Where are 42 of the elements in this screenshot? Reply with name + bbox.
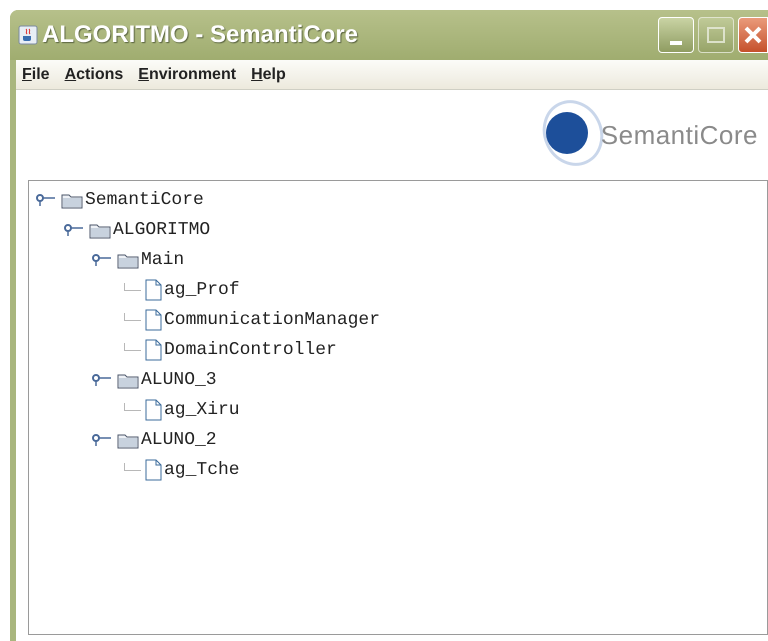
minimize-icon — [670, 41, 682, 45]
close-icon — [744, 26, 762, 44]
expanded-handle-icon[interactable] — [35, 193, 57, 207]
expanded-handle-icon[interactable] — [91, 373, 113, 387]
menu-item[interactable]: Help — [251, 62, 286, 86]
menu-item[interactable]: Environment — [138, 62, 236, 86]
menu-item[interactable]: File — [22, 62, 50, 86]
tree-item[interactable]: DomainController — [164, 336, 337, 364]
folder-icon — [117, 252, 139, 268]
tree-line — [124, 312, 141, 320]
folder-icon — [89, 222, 111, 238]
expanded-handle-icon[interactable] — [63, 223, 85, 237]
window-title: ALGORITMO - SemantiCore — [42, 20, 358, 50]
folder-icon — [61, 192, 83, 208]
tree-line — [124, 462, 141, 470]
tree-item[interactable]: SemantiCore — [85, 186, 204, 214]
maximize-icon — [707, 27, 725, 43]
document-icon — [145, 459, 162, 481]
expanded-handle-icon[interactable] — [91, 433, 113, 447]
tree-item[interactable]: ALUNO_3 — [141, 366, 217, 394]
tree-item[interactable]: CommunicationManager — [164, 306, 380, 334]
folder-icon — [117, 372, 139, 388]
tree-item[interactable]: ag_Tche — [164, 456, 240, 484]
tree-line — [124, 342, 141, 350]
coffee-cup-icon — [18, 25, 38, 45]
menu-item[interactable]: Actions — [64, 62, 124, 86]
minimize-button[interactable] — [658, 17, 694, 53]
close-button[interactable] — [738, 17, 768, 53]
tree-line — [124, 282, 141, 290]
document-icon — [145, 399, 162, 421]
document-icon — [145, 339, 162, 361]
document-icon — [145, 279, 162, 301]
tree-item[interactable]: ag_Xiru — [164, 396, 240, 424]
tree-item[interactable]: Main — [141, 246, 184, 274]
tree-line — [124, 402, 141, 410]
tree-item[interactable]: ALGORITMO — [113, 216, 210, 244]
expanded-handle-icon[interactable] — [91, 253, 113, 267]
document-icon — [145, 309, 162, 331]
logo-text: SemantiCore — [600, 118, 758, 152]
tree-item[interactable]: ALUNO_2 — [141, 426, 217, 454]
folder-icon — [117, 432, 139, 448]
tree-item[interactable]: ag_Prof — [164, 276, 240, 304]
